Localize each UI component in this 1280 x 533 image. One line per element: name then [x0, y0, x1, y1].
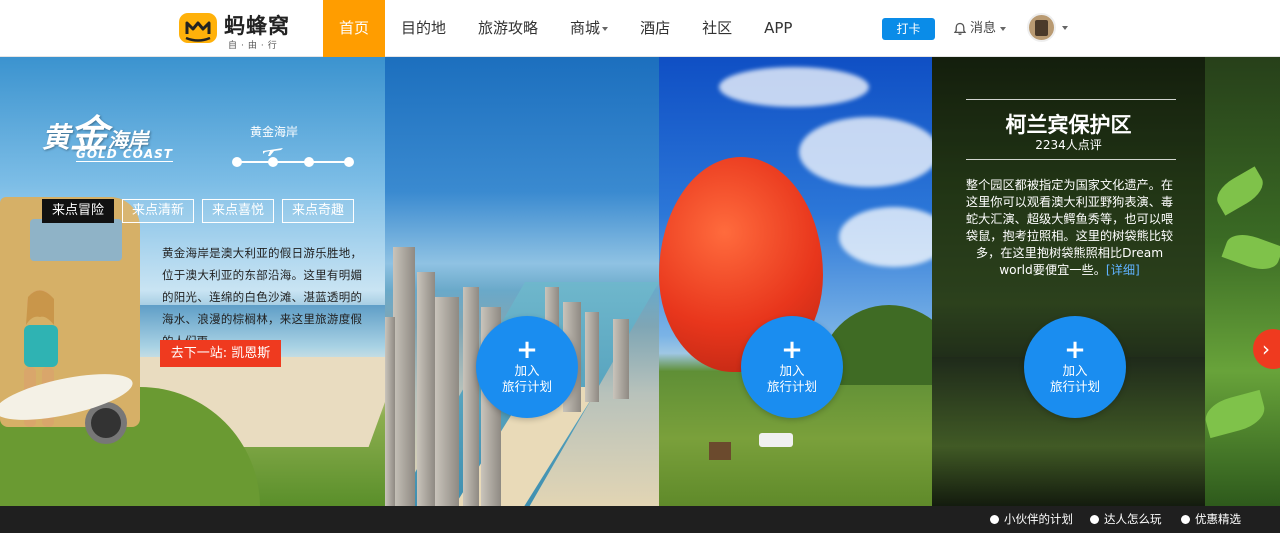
leaf-image	[1221, 228, 1280, 276]
chevron-down-icon	[602, 26, 609, 31]
details-link[interactable]: [详细]	[1106, 263, 1140, 277]
add-plan-label-line2: 旅行计划	[1049, 379, 1100, 394]
balloon-basket-image	[709, 442, 731, 460]
add-plan-label-line2: 旅行计划	[501, 379, 552, 394]
chevron-down-icon	[1062, 25, 1068, 30]
cloud-image	[719, 67, 869, 107]
theme-tags: 来点冒险 来点清新 来点喜悦 来点奇趣	[42, 199, 355, 223]
avatar	[1027, 13, 1056, 42]
site-logo[interactable]: 蚂蜂窝 自·由·行	[178, 9, 308, 51]
deals-label: 优惠精选	[1195, 512, 1241, 526]
add-to-plan-button[interactable]: + 加入 旅行计划	[1024, 316, 1126, 418]
destination-panels: 黄金海岸 GOLD COAST 黄金海岸 来点冒险 来点清新 来点喜悦 来点奇趣…	[0, 57, 1280, 506]
destination-description: 黄金海岸是澳大利亚的假日游乐胜地，位于澳大利亚的东部沿海。这里有明媚的阳光、连绵…	[162, 246, 362, 348]
attraction-description-text: 整个园区都被指定为国家文化遗产。在这里你可以观看澳大利亚野狗表演、毒蛇大汇演、超…	[965, 178, 1174, 277]
building-image	[585, 312, 599, 402]
route-stop-dot	[304, 157, 314, 167]
cloud-image	[839, 207, 932, 267]
next-panel-button[interactable]: ›	[1253, 329, 1280, 369]
nav-item-label: 旅游攻略	[478, 19, 539, 37]
tag-adventure[interactable]: 来点冒险	[42, 199, 115, 223]
chevron-down-icon	[1000, 27, 1007, 31]
tag-fun[interactable]: 来点奇趣	[282, 199, 355, 223]
jungle-panel: ›	[1205, 57, 1280, 506]
attraction-description: 整个园区都被指定为国家文化遗产。在这里你可以观看澳大利亚野狗表演、毒蛇大汇演、超…	[962, 177, 1177, 279]
friends-plans-label: 小伙伴的计划	[1004, 512, 1073, 526]
divider	[966, 159, 1176, 160]
building-image	[613, 319, 629, 399]
messages-label: 消息	[970, 21, 997, 36]
cloud-image	[799, 117, 932, 187]
bell-icon	[953, 22, 967, 36]
logo-subtitle: 自·由·行	[228, 41, 281, 51]
tag-fresh[interactable]: 来点清新	[122, 199, 195, 223]
user-menu[interactable]	[1027, 13, 1068, 42]
attraction-title: 柯兰宾保护区	[1005, 113, 1132, 137]
building-image	[435, 297, 459, 506]
building-image	[385, 317, 395, 506]
divider	[966, 99, 1176, 100]
nav-item-label: APP	[764, 19, 793, 37]
nav-item-home[interactable]: 首页	[323, 0, 386, 57]
plus-icon: +	[1064, 335, 1086, 365]
nav-item-label: 首页	[339, 19, 370, 37]
add-to-plan-button[interactable]: + 加入 旅行计划	[741, 316, 843, 418]
main-nav: 首页 目的地 旅游攻略 商城 酒店 社区 APP	[323, 0, 808, 57]
messages-menu[interactable]: 消息	[953, 19, 1007, 39]
route-stop-dot	[232, 157, 242, 167]
bottom-bar: 小伙伴的计划 达人怎么玩 优惠精选	[0, 506, 1280, 533]
checkin-button[interactable]: 打卡	[882, 18, 935, 40]
nav-item-travel-guides[interactable]: 旅游攻略	[462, 0, 554, 57]
next-stop-button[interactable]: 去下一站: 凯恩斯	[160, 340, 281, 367]
plan-icon	[990, 515, 999, 524]
plus-icon: +	[781, 335, 803, 365]
add-plan-label-line2: 旅行计划	[766, 379, 817, 394]
add-plan-label-line1: 加入	[779, 363, 805, 378]
add-plan-label-line1: 加入	[514, 363, 540, 378]
hot-air-balloon-panel: + 加入 旅行计划	[659, 57, 932, 506]
currumbin-sanctuary-panel: 柯兰宾保护区 2234人点评 整个园区都被指定为国家文化遗产。在这里你可以观看澳…	[932, 57, 1205, 506]
building-image	[463, 287, 479, 506]
city-skyline-panel: + 加入 旅行计划	[385, 57, 659, 506]
nav-item-label: 商城	[570, 19, 601, 37]
leaf-image	[1205, 389, 1269, 439]
gold-coast-english-title: GOLD COAST	[76, 147, 173, 162]
friends-plans-link[interactable]: 小伙伴的计划	[990, 506, 1073, 533]
route-progress-line	[236, 161, 350, 163]
top-navigation-bar: 蚂蜂窝 自·由·行 首页 目的地 旅游攻略 商城 酒店 社区 APP 打卡 消息	[0, 0, 1280, 57]
nav-item-community[interactable]: 社区	[686, 0, 748, 57]
route-stop-dot	[268, 157, 278, 167]
nav-item-destinations[interactable]: 目的地	[385, 0, 462, 57]
deal-icon	[1181, 515, 1190, 524]
gold-coast-intro-panel: 黄金海岸 GOLD COAST 黄金海岸 来点冒险 来点清新 来点喜悦 来点奇趣…	[0, 57, 385, 506]
nav-item-label: 目的地	[401, 19, 447, 37]
nav-item-label: 社区	[702, 19, 733, 37]
nav-item-app[interactable]: APP	[748, 0, 808, 57]
mafengwo-logo-icon	[179, 13, 217, 43]
leaf-image	[1211, 166, 1269, 216]
deals-link[interactable]: 优惠精选	[1181, 506, 1241, 533]
plus-icon: +	[516, 335, 538, 365]
expert-tips-label: 达人怎么玩	[1104, 512, 1162, 526]
expert-icon	[1090, 515, 1099, 524]
chevron-right-icon: ›	[1262, 337, 1270, 361]
logo-text: 蚂蜂窝	[224, 14, 290, 38]
car-image	[759, 433, 793, 447]
nav-item-mall[interactable]: 商城	[554, 0, 624, 57]
building-image	[393, 247, 415, 506]
building-image	[417, 272, 435, 506]
title-char-1: 黄	[42, 121, 71, 154]
nav-item-label: 酒店	[640, 19, 671, 37]
route-stop-dot	[344, 157, 354, 167]
expert-tips-link[interactable]: 达人怎么玩	[1090, 506, 1162, 533]
add-to-plan-button[interactable]: + 加入 旅行计划	[476, 316, 578, 418]
tag-joy[interactable]: 来点喜悦	[202, 199, 275, 223]
route-destination-name: 黄金海岸	[250, 125, 299, 139]
nav-item-hotels[interactable]: 酒店	[624, 0, 686, 57]
review-count: 2234人点评	[1035, 138, 1102, 152]
airplane-icon	[263, 148, 283, 156]
add-plan-label-line1: 加入	[1062, 363, 1088, 378]
